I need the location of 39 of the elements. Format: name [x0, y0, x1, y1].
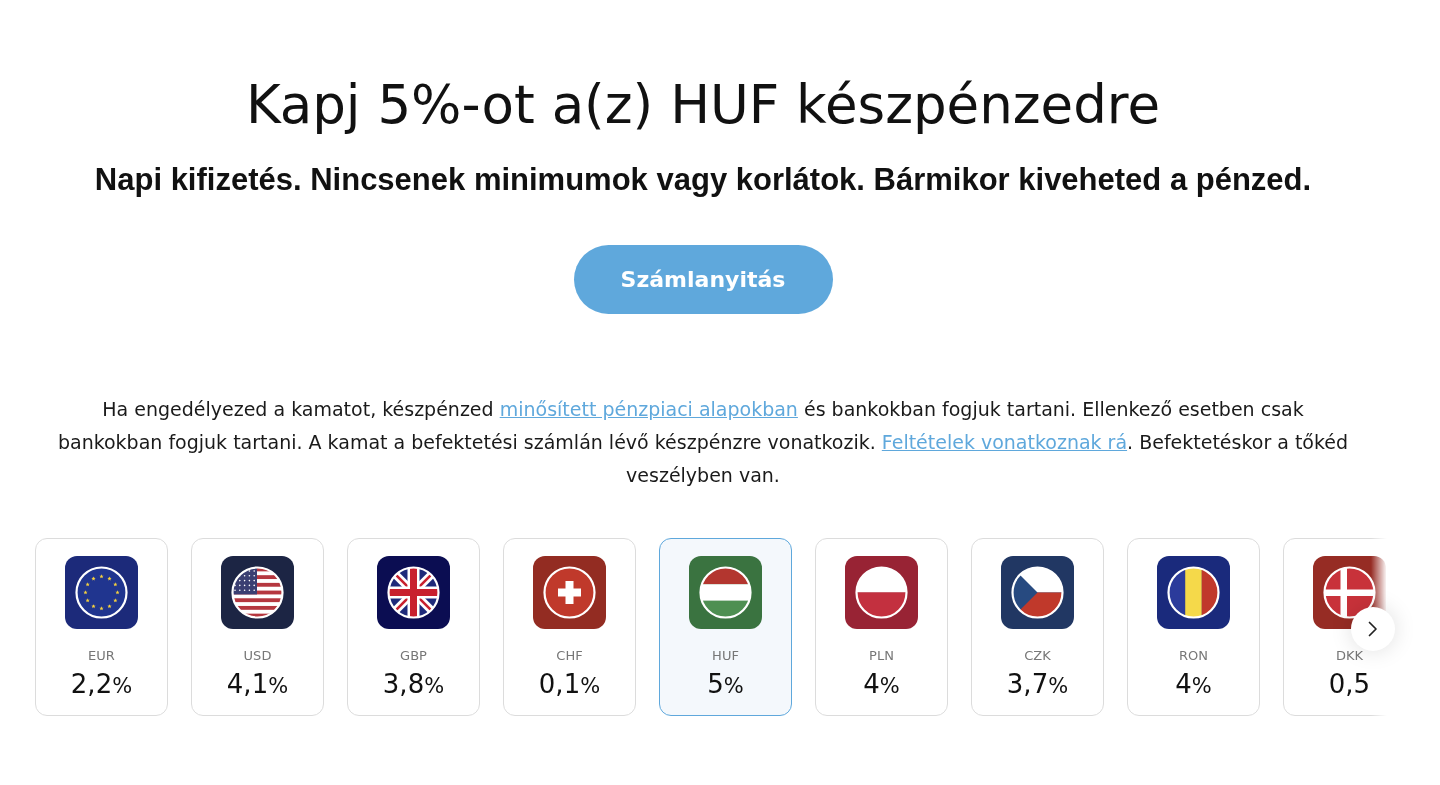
currency-code: PLN [869, 647, 894, 665]
currency-code: CZK [1024, 647, 1051, 665]
currency-card[interactable]: CHF 0,1% [503, 538, 636, 716]
currency-card[interactable]: DKK 0,5 [1283, 538, 1387, 716]
interest-rate: 4% [1175, 668, 1212, 701]
page-heading: Kapj 5%-ot a(z) HUF készpénzedre [245, 75, 1161, 135]
currency-card[interactable]: GBP 3,8% [347, 538, 480, 716]
poland-flag-icon [845, 556, 918, 629]
swiss-flag-icon [533, 556, 606, 629]
czech-flag-icon [1001, 556, 1074, 629]
currency-code: USD [243, 647, 272, 665]
currency-card[interactable]: HUF 5% [659, 538, 792, 716]
currency-code: GBP [400, 647, 427, 665]
page-subheading: Napi kifizetés. Nincsenek minimumok vagy korlátok. Bármikor kiveheted a pénzed. [94, 162, 1312, 198]
currency-card[interactable]: USD 4,1% [191, 538, 324, 716]
interest-rate: 3,8% [382, 668, 445, 701]
interest-rate: 0,5 [1328, 668, 1371, 700]
currency-card[interactable]: RON 4% [1127, 538, 1260, 716]
disclaimer-text: Ha engedélyezed a kamatot, készpénzed minősített pénzpiaci alapokban és bankokban fogjuk tartani. Ellenkező esetben csak bankokban fogjuk tartani. A kamat a befektetési számlán lévő készpénzre vonatkozik. Feltételek vonatkoznak rá. Befektetéskor a tőkéd veszélyben van. [56, 397, 1350, 488]
currency-card[interactable]: EUR 2,2% [35, 538, 168, 716]
interest-rate: 0,1% [538, 668, 601, 701]
hungary-flag-icon [689, 556, 762, 629]
us-flag-icon [221, 556, 294, 629]
romania-flag-icon [1157, 556, 1230, 629]
interest-rate: 5% [707, 668, 744, 701]
currency-code: CHF [556, 647, 583, 665]
currency-code: HUF [712, 647, 739, 665]
chevron-right-icon [1368, 621, 1378, 637]
currency-code: EUR [88, 647, 115, 665]
interest-rate: 3,7% [1006, 668, 1069, 701]
currency-card[interactable]: PLN 4% [815, 538, 948, 716]
eu-flag-icon [65, 556, 138, 629]
currency-card[interactable]: CZK 3,7% [971, 538, 1104, 716]
uk-flag-icon [377, 556, 450, 629]
currency-code: RON [1179, 647, 1208, 665]
interest-rate: 4,1% [226, 668, 289, 701]
interest-rate: 2,2% [70, 668, 133, 701]
interest-rate: 4% [863, 668, 900, 701]
currency-code: DKK [1335, 647, 1364, 665]
